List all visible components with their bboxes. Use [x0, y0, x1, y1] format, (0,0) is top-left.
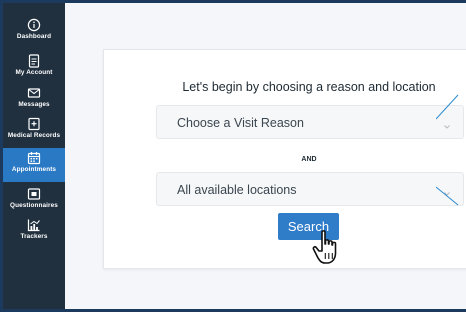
sidebar-item-label: Dashboard: [16, 33, 52, 40]
sidebar-item-messages[interactable]: Messages: [3, 86, 65, 116]
page-title: Let's begin by choosing a reason and loc…: [182, 80, 436, 94]
sidebar-item-label: Messages: [18, 101, 50, 108]
sidebar-item-label: My Account: [15, 69, 53, 76]
chart-tracker-icon: [27, 218, 41, 232]
sidebar-item-label: Trackers: [20, 233, 48, 240]
account-document-icon: [27, 54, 41, 68]
sidebar-item-trackers[interactable]: Trackers: [3, 218, 65, 248]
envelope-icon: [27, 86, 41, 100]
sidebar: Dashboard My Account Messages Medical Re…: [3, 3, 65, 309]
info-circle-icon: [27, 18, 41, 32]
sidebar-item-dashboard[interactable]: Dashboard: [3, 18, 65, 48]
sidebar-item-label: Medical Records: [7, 132, 61, 139]
sidebar-item-label: Questionnaires: [10, 202, 58, 209]
appointment-search-card: Let's begin by choosing a reason and loc…: [103, 49, 466, 269]
hand-pointer-cursor-icon: [311, 229, 347, 267]
visit-reason-select[interactable]: Choose a Visit Reason: [156, 105, 464, 139]
location-value: All available locations: [177, 183, 297, 197]
sidebar-item-my-account[interactable]: My Account: [3, 54, 65, 84]
sidebar-item-medical-records[interactable]: Medical Records: [3, 117, 65, 147]
and-label: AND: [301, 156, 317, 163]
questionnaire-icon: [27, 187, 41, 201]
medical-record-icon: [27, 117, 41, 131]
visit-reason-value: Choose a Visit Reason: [177, 116, 304, 130]
location-select[interactable]: All available locations: [156, 172, 464, 206]
sidebar-item-appointments[interactable]: Appointments: [3, 148, 65, 182]
callout-lines: [436, 94, 459, 206]
sidebar-item-label: Appointments: [11, 166, 57, 173]
sidebar-item-questionnaires[interactable]: Questionnaires: [3, 187, 65, 217]
app-frame: Dashboard My Account Messages Medical Re…: [0, 0, 466, 312]
calendar-icon: [27, 151, 41, 165]
